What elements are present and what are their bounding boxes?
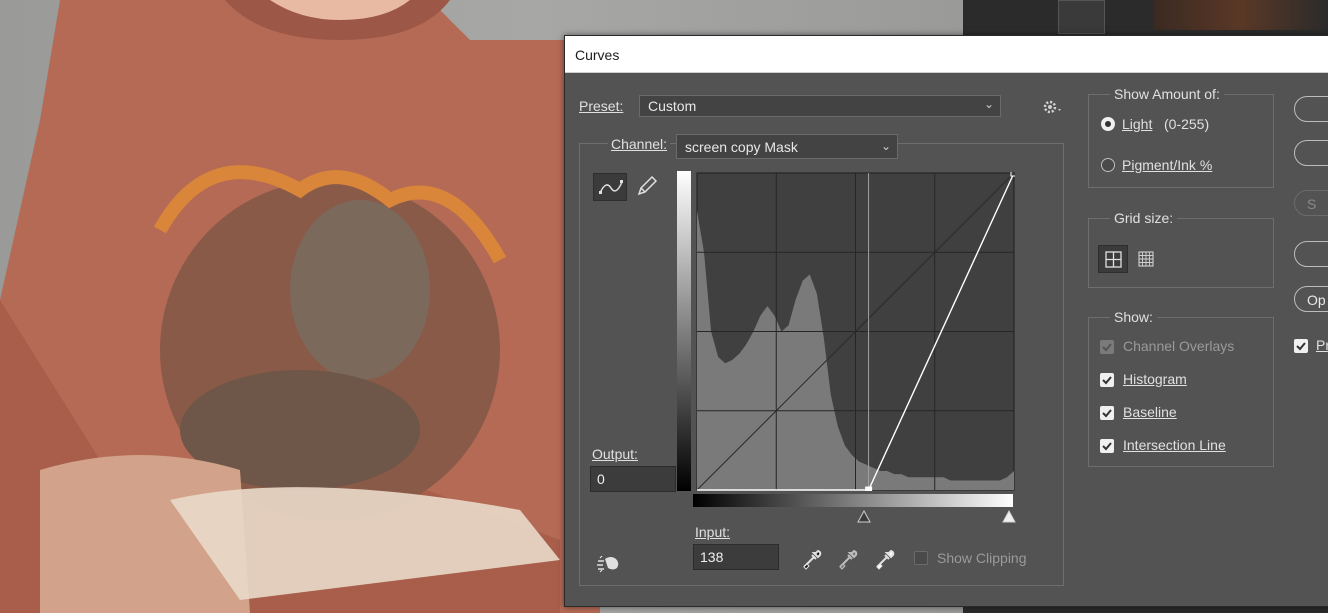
curves-dialog: Curves Preset: Custom ⌄ Channel: screen … [564,35,1328,607]
auto-button[interactable] [1294,241,1328,267]
preview-label: Pr [1316,337,1328,353]
smooth-button[interactable]: S [1294,190,1328,216]
light-label: Light [1122,116,1153,132]
output-field[interactable]: 0 [590,466,676,492]
gray-eyedropper-icon[interactable] [837,548,859,570]
cancel-button[interactable] [1294,140,1328,166]
baseline-checkbox[interactable] [1100,406,1114,420]
grid-size-title: Grid size: [1110,210,1178,226]
show-title: Show: [1110,309,1157,325]
targeted-adjustment-hand-icon[interactable] [596,552,622,574]
input-label: Input: [695,524,731,540]
preview-checkbox[interactable] [1294,339,1308,353]
show-amount-group [1088,94,1274,188]
input-gradient-bar [693,494,1013,507]
channel-label: Channel: [608,136,671,152]
white-eyedropper-icon[interactable] [874,548,896,570]
curve-tool-icon [599,180,623,194]
detailed-grid-button[interactable] [1132,245,1162,273]
show-clipping-label: Show Clipping [937,550,1027,566]
pencil-icon [637,175,658,196]
options-button[interactable]: Op [1294,286,1328,312]
light-radio[interactable] [1101,117,1115,131]
preset-options-gear-icon[interactable] [1042,99,1064,115]
input-field[interactable]: 138 [693,544,779,570]
black-point-slider[interactable] [857,510,871,524]
channel-overlays-label: Channel Overlays [1123,338,1235,354]
curve-point[interactable] [1010,172,1015,177]
white-point-slider[interactable] [1002,510,1016,524]
output-label: Output: [592,446,638,462]
pencil-draw-tool[interactable] [631,173,665,201]
simple-grid-icon [1105,251,1122,268]
histogram-label: Histogram [1123,371,1187,387]
checkmark-icon [1102,343,1112,352]
show-amount-title: Show Amount of: [1110,86,1224,102]
curve-point[interactable] [865,486,873,491]
dialog-title: Curves [575,47,620,63]
color-swatch-band [1153,0,1328,30]
curve-point-tool[interactable] [593,173,627,201]
curves-graph[interactable] [696,172,1015,491]
channel-select[interactable]: screen copy Mask ⌄ [676,134,898,159]
ok-button[interactable] [1294,96,1328,122]
intersection-line-label: Intersection Line [1123,437,1226,453]
tshirt-photo [0,0,600,613]
toolbar-cell [1058,0,1105,34]
preset-select[interactable]: Custom ⌄ [639,95,1001,117]
show-clipping-checkbox[interactable] [914,551,928,565]
preset-label: Preset: [579,98,624,114]
histogram-checkbox[interactable] [1100,373,1114,387]
detailed-grid-icon [1138,251,1154,267]
options-button-label: Op [1307,292,1326,308]
checkmark-icon [1102,376,1112,385]
channel-overlays-checkbox[interactable] [1100,340,1114,354]
baseline-label: Baseline [1123,404,1177,420]
checkmark-icon [1102,442,1112,451]
chevron-down-icon: ⌄ [983,97,994,111]
light-range-label: (0-255) [1164,116,1210,132]
chevron-down-icon: ⌄ [880,139,891,153]
black-eyedropper-icon[interactable] [801,548,823,570]
smooth-button-label: S [1307,196,1317,212]
channel-value: screen copy Mask [685,139,798,155]
pigment-ink-radio[interactable] [1101,158,1115,172]
intersection-line-checkbox[interactable] [1100,439,1114,453]
checkmark-icon [1102,409,1112,418]
output-gradient-bar [677,171,691,491]
pigment-ink-label: Pigment/Ink % [1122,157,1213,173]
preset-value: Custom [648,98,697,114]
simple-grid-button[interactable] [1098,245,1128,273]
dialog-titlebar: Curves [565,36,1328,73]
checkmark-icon [1296,342,1306,351]
